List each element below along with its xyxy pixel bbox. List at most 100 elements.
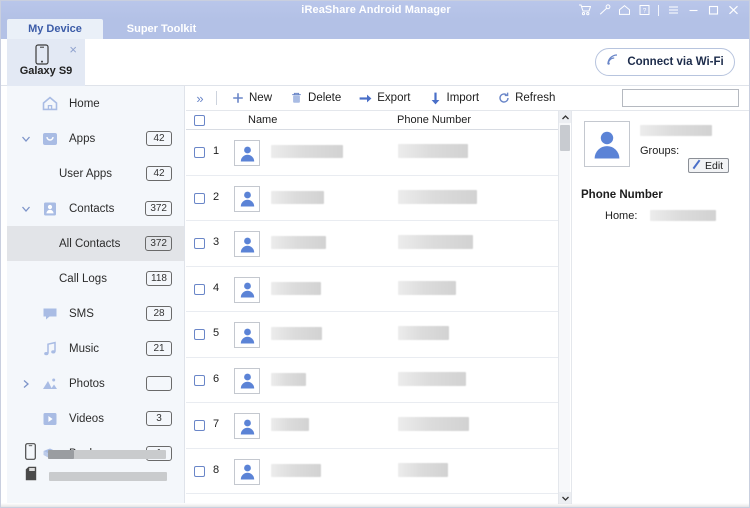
tab-my-device[interactable]: My Device [7, 19, 103, 39]
export-button-label: Export [377, 92, 411, 104]
sidebar-item-label: Call Logs [59, 272, 107, 285]
refresh-icon [497, 92, 510, 105]
titlebar-divider [658, 4, 659, 16]
table-row[interactable]: 7 [186, 403, 570, 449]
connect-via-wifi-button[interactable]: Connect via Wi-Fi [595, 48, 735, 76]
cart-icon[interactable] [574, 1, 594, 19]
contact-phone-redacted [398, 462, 448, 477]
avatar [234, 413, 260, 439]
home-icon[interactable] [614, 1, 634, 19]
avatar [234, 185, 260, 212]
sms-icon [41, 305, 59, 323]
apps-icon [41, 130, 59, 148]
sidebar-item-all-contacts[interactable]: All Contacts 372 [7, 226, 184, 261]
sidebar-item-label: Photos [69, 377, 105, 390]
avatar [234, 367, 260, 394]
device-close-icon[interactable]: × [69, 43, 77, 56]
device-tab-galaxy-s9[interactable]: × Galaxy S9 [7, 39, 85, 86]
delete-button[interactable]: Delete [281, 86, 350, 110]
sidebar-item-user-apps[interactable]: User Apps 42 [7, 156, 184, 191]
sidebar-item-count: 42 [146, 166, 172, 181]
menu-icon[interactable] [663, 1, 683, 19]
detail-name-redacted [640, 125, 712, 136]
contact-name-redacted [271, 281, 321, 295]
chevron-down-icon[interactable] [21, 134, 31, 144]
key-icon[interactable] [594, 1, 614, 19]
row-index: 3 [213, 236, 220, 248]
sidebar-item-sms[interactable]: SMS 28 [7, 296, 184, 331]
table-row[interactable]: 2 [186, 175, 570, 221]
sidebar-item-label: All Contacts [59, 237, 121, 250]
search-input[interactable] [623, 90, 749, 106]
edit-button[interactable]: Edit [688, 158, 730, 173]
sidebar-item-apps[interactable]: Apps 42 [7, 121, 184, 156]
chevron-right-icon[interactable] [21, 379, 31, 389]
select-all-checkbox[interactable] [194, 115, 205, 126]
detail-section-title: Phone Number [581, 189, 663, 201]
sidebar-item-count: 28 [146, 306, 172, 321]
row-checkbox[interactable] [194, 465, 205, 477]
connect-via-wifi-label: Connect via Wi-Fi [627, 56, 724, 68]
detail-field-value-redacted [650, 210, 716, 221]
column-header-phone-number[interactable]: Phone Number [397, 114, 471, 126]
chevron-down-icon[interactable] [21, 204, 31, 214]
avatar [234, 458, 260, 485]
close-icon[interactable] [723, 1, 743, 19]
list-scrollbar[interactable] [558, 111, 571, 504]
row-checkbox[interactable] [194, 283, 205, 295]
table-row-partial[interactable] [186, 494, 570, 504]
title-bar: iReaShare Android Manager ? [1, 1, 749, 19]
table-row[interactable]: 6 [186, 357, 570, 403]
phone-storage-bar [48, 449, 166, 459]
row-checkbox[interactable] [194, 192, 205, 204]
scroll-up-arrow-icon[interactable] [559, 111, 571, 123]
export-button[interactable]: Export [350, 86, 419, 110]
help-icon[interactable]: ? [634, 1, 654, 19]
table-row[interactable]: 1 [186, 130, 570, 176]
contact-phone-redacted [398, 189, 477, 204]
maximize-icon[interactable] [703, 1, 723, 19]
import-button[interactable]: Import [420, 86, 489, 110]
plus-icon [231, 92, 244, 105]
new-button-label: New [249, 92, 273, 104]
table-row[interactable]: 5 [186, 312, 570, 358]
minimize-icon[interactable] [683, 1, 703, 19]
contact-phone-redacted [398, 280, 456, 295]
new-button[interactable]: New [222, 86, 281, 110]
search-box[interactable] [622, 89, 749, 107]
sidebar-item-photos[interactable]: Photos [7, 366, 184, 401]
app-window: iReaShare Android Manager ? My Device Su… [0, 0, 750, 508]
table-row[interactable]: 3 [186, 221, 570, 267]
row-checkbox[interactable] [194, 329, 205, 340]
sidebar-item-videos[interactable]: Videos 3 [7, 401, 184, 436]
phone-storage-fill [48, 449, 74, 459]
row-checkbox[interactable] [194, 374, 205, 386]
table-row[interactable]: 8 [186, 448, 570, 494]
sidebar-item-count: 372 [145, 201, 172, 216]
sidebar-nav: Home Apps 42 User Apps 42 Contacts 372 A… [7, 86, 184, 471]
tab-super-toolkit[interactable]: Super Toolkit [109, 19, 214, 39]
sidebar-item-call-logs[interactable]: Call Logs 118 [7, 261, 184, 296]
row-checkbox[interactable] [194, 420, 205, 431]
scroll-down-arrow-icon[interactable] [559, 492, 571, 504]
column-header-name[interactable]: Name [248, 114, 277, 126]
delete-button-label: Delete [308, 92, 342, 104]
sidebar-item-home[interactable]: Home [7, 86, 184, 121]
row-checkbox[interactable] [194, 147, 205, 158]
row-checkbox[interactable] [194, 238, 205, 249]
svg-text:?: ? [642, 7, 646, 14]
contact-phone-redacted [398, 326, 449, 340]
sidebar-item-music[interactable]: Music 21 [7, 331, 184, 366]
expand-sidebar-button[interactable]: » [189, 86, 211, 110]
scrollbar-thumb[interactable] [560, 125, 570, 151]
import-button-label: Import [446, 92, 480, 104]
table-row[interactable]: 4 [186, 266, 570, 312]
phone-storage-icon [25, 443, 36, 465]
content-toolbar: » New Delete Export Import Refresh [186, 86, 749, 111]
refresh-button[interactable]: Refresh [488, 86, 564, 110]
contact-name-redacted [271, 145, 343, 158]
row-index: 5 [213, 327, 220, 339]
contact-list: 1 2 3 4 5 6 7 8 [186, 130, 570, 504]
sidebar-item-contacts[interactable]: Contacts 372 [7, 191, 184, 226]
wifi-icon [606, 53, 620, 71]
